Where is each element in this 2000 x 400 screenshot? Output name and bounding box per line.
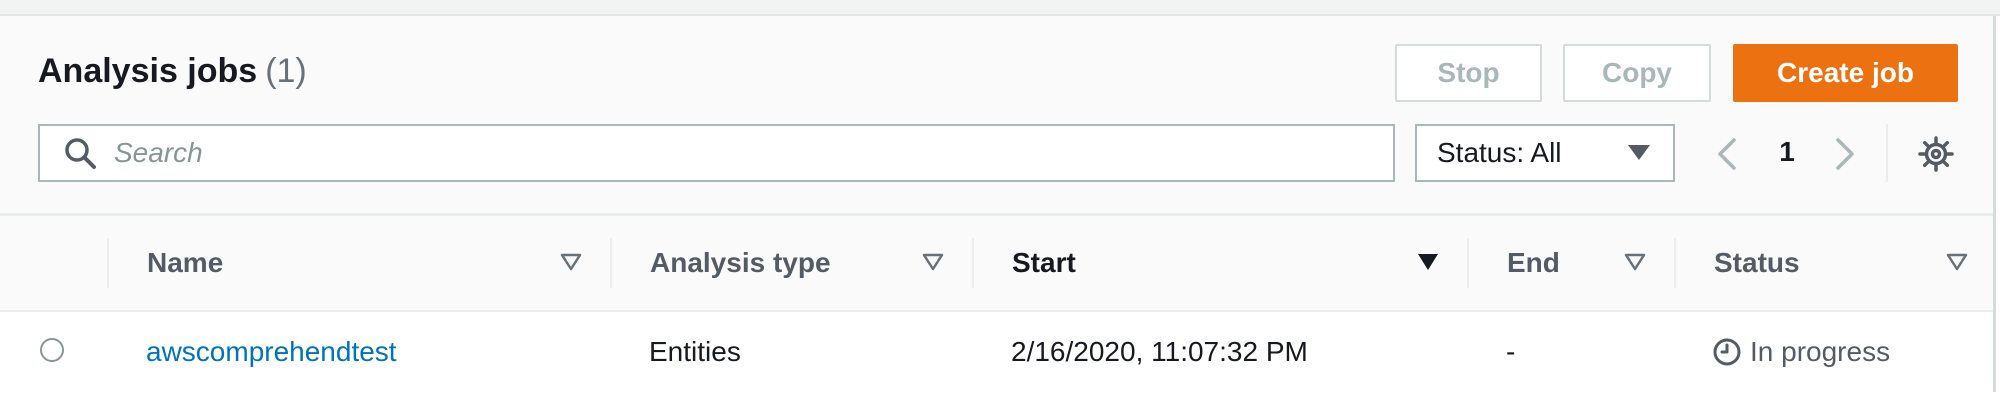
top-divider: [0, 0, 2000, 16]
search-box: [38, 124, 1395, 182]
column-separator: [1674, 238, 1676, 288]
analysis-jobs-panel: Analysis jobs(1) Stop Copy Create job St…: [0, 16, 1996, 392]
table-row[interactable]: awscomprehendtest Entities 2/16/2020, 11…: [0, 312, 1993, 392]
sort-icon: [922, 253, 944, 271]
column-label: Name: [147, 247, 224, 278]
column-separator: [972, 238, 974, 288]
stop-button[interactable]: Stop: [1395, 44, 1542, 102]
search-input[interactable]: [112, 136, 1393, 170]
job-count: (1): [265, 52, 307, 90]
column-label: Analysis type: [650, 247, 831, 278]
sort-icon: [1624, 253, 1646, 271]
caret-down-icon: [1628, 145, 1650, 160]
column-header-analysis-type[interactable]: Analysis type: [610, 216, 972, 310]
create-job-button[interactable]: Create job: [1733, 44, 1958, 102]
current-page-number[interactable]: 1: [1772, 136, 1802, 168]
cell-start: 2/16/2020, 11:07:32 PM: [1011, 336, 1308, 367]
gear-icon[interactable]: [1918, 136, 1954, 172]
cell-analysis-type: Entities: [649, 336, 741, 367]
column-header-status[interactable]: Status: [1674, 216, 1996, 310]
next-page-icon[interactable]: [1826, 134, 1862, 174]
table-header: Name Analysis type Start End Status: [0, 216, 1993, 312]
status-text: In progress: [1750, 336, 1891, 367]
page-title: Analysis jobs (1): [38, 52, 307, 91]
panel-header: Analysis jobs(1) Stop Copy Create job St…: [0, 16, 1993, 216]
clock-icon: [1713, 338, 1741, 366]
pager-divider: [1886, 124, 1888, 182]
previous-page-icon[interactable]: [1710, 134, 1746, 174]
column-header-name[interactable]: Name: [107, 216, 610, 310]
search-icon: [65, 138, 96, 169]
column-header-start[interactable]: Start: [972, 216, 1467, 310]
status-filter-dropdown[interactable]: Status: All: [1415, 124, 1675, 182]
column-label: Status: [1714, 247, 1800, 278]
column-separator: [610, 238, 612, 288]
cell-name: awscomprehendtest: [146, 312, 397, 392]
column-separator: [1467, 238, 1469, 288]
sort-icon: [560, 253, 582, 271]
job-name-link[interactable]: awscomprehendtest: [146, 336, 397, 368]
copy-button[interactable]: Copy: [1563, 44, 1711, 102]
cell-end: -: [1506, 336, 1516, 367]
status-filter-value: Status: All: [1437, 137, 1562, 168]
row-select-radio[interactable]: [40, 338, 64, 362]
column-label: Start: [1012, 247, 1076, 278]
sort-descending-icon: [1418, 254, 1438, 270]
sort-icon: [1946, 253, 1968, 271]
column-header-end[interactable]: End: [1467, 216, 1674, 310]
cell-status: In progress: [1712, 312, 1890, 392]
title-text: Analysis jobs: [38, 52, 258, 90]
column-separator: [107, 238, 109, 288]
column-label: End: [1507, 247, 1560, 278]
